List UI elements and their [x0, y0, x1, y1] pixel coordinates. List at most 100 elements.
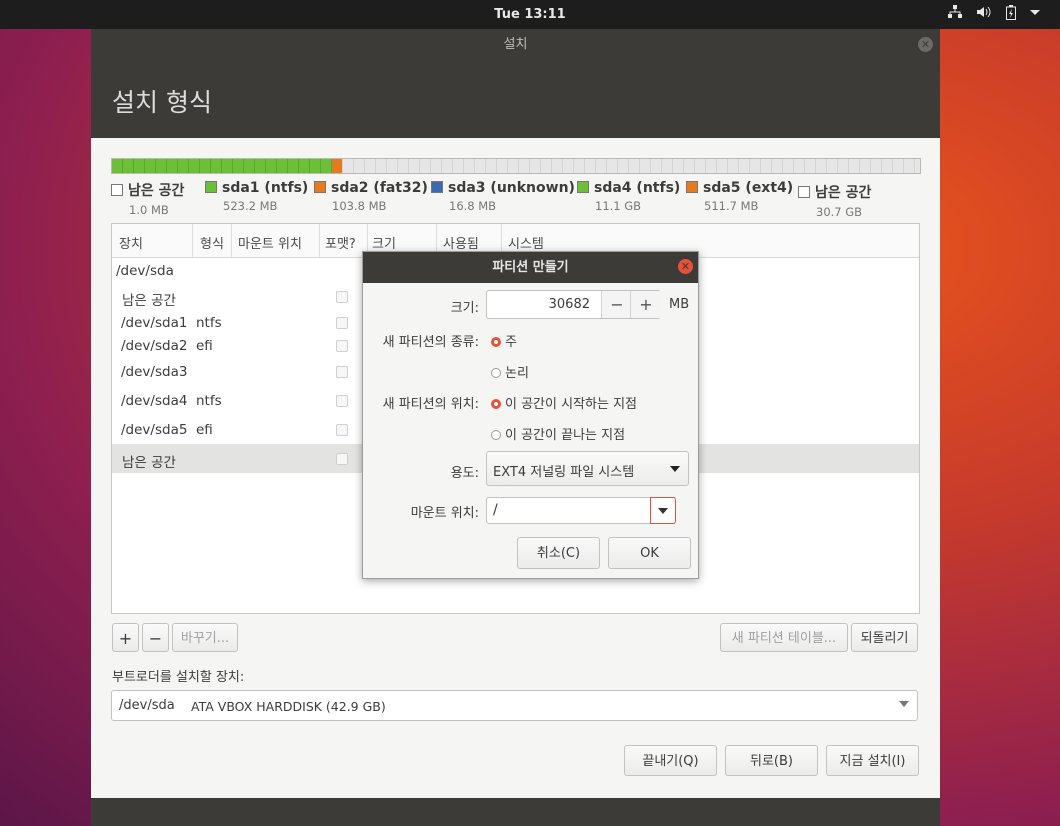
legend-name: sda3 (unknown) [448, 180, 575, 196]
partition-bar-ntfs [112, 159, 332, 173]
dialog-title: 파티션 만들기 [363, 252, 698, 283]
partition-bar-efi [332, 159, 342, 173]
radio-label: 이 공간이 끝나는 지점 [505, 428, 626, 443]
format-checkbox[interactable] [336, 317, 348, 329]
legend-swatch [798, 186, 810, 198]
row-device: 남은 공간 [122, 455, 176, 471]
row-type: efi [196, 338, 213, 354]
format-checkbox[interactable] [336, 424, 348, 436]
chevron-down-icon [670, 466, 680, 472]
network-icon[interactable] [948, 5, 962, 24]
column-header[interactable]: 포맷? [325, 233, 356, 252]
row-type: ntfs [196, 393, 222, 409]
radio-unselected-icon [491, 368, 501, 378]
partition-type-logical-radio[interactable]: 논리 [491, 362, 529, 381]
clock[interactable]: Tue 13:11 [0, 7, 1060, 22]
column-separator [231, 224, 232, 257]
row-device: /dev/sda [116, 263, 174, 279]
row-device: /dev/sda3 [121, 364, 188, 380]
create-partition-dialog: 파티션 만들기 ✕ 크기: 30682 − + MB 새 파티션의 종류: 주 … [362, 251, 699, 579]
format-checkbox[interactable] [336, 453, 348, 465]
size-stepper[interactable]: 30682 − + [486, 290, 661, 319]
use-as-select[interactable]: EXT4 저널링 파일 시스템 [486, 451, 689, 486]
window-bottom-strip [91, 798, 940, 826]
revert-button[interactable]: 되돌리기 [851, 623, 918, 652]
legend-size: 30.7 GB [816, 205, 863, 219]
size-unit: MB [669, 297, 690, 312]
column-header[interactable]: 마운트 위치 [238, 233, 302, 252]
bootloader-label: 부트로더를 설치할 장치: [112, 670, 245, 685]
legend-swatch [577, 181, 589, 193]
chevron-down-icon[interactable] [1030, 5, 1040, 24]
row-device: /dev/sda4 [121, 393, 188, 409]
row-device: /dev/sda2 [121, 338, 188, 354]
size-value[interactable]: 30682 [487, 297, 590, 312]
system-tray[interactable] [948, 5, 1040, 24]
format-checkbox[interactable] [336, 340, 348, 352]
quit-button[interactable]: 끝내기(Q) [624, 745, 717, 776]
close-icon[interactable]: ✕ [918, 37, 933, 52]
legend-name: 남은 공간 [815, 185, 872, 201]
row-device: /dev/sda5 [121, 422, 188, 438]
legend-swatch [686, 181, 698, 193]
cancel-button[interactable]: 취소(C) [517, 537, 600, 569]
column-header[interactable]: 사용됨 [443, 233, 479, 252]
install-now-button[interactable]: 지금 설치(I) [826, 745, 919, 776]
format-checkbox[interactable] [336, 395, 348, 407]
battery-icon[interactable] [1006, 5, 1016, 24]
change-partition-button[interactable]: 바꾸기... [172, 623, 238, 652]
bootloader-device: /dev/sda [119, 698, 175, 713]
column-header[interactable]: 크기 [372, 233, 396, 252]
row-device: 남은 공간 [122, 293, 176, 309]
new-partition-table-button[interactable]: 새 파티션 테이블... [720, 623, 848, 652]
mount-point-label: 마운트 위치: [410, 506, 479, 521]
column-separator [319, 224, 320, 257]
increment-button[interactable]: + [630, 291, 661, 318]
legend-name: sda2 (fat32) [331, 180, 428, 196]
legend-item: 남은 공간 30.7 GB [798, 182, 871, 219]
column-header[interactable]: 시스템 [508, 233, 544, 252]
partition-location-label: 새 파티션의 위치: [382, 397, 479, 412]
legend-swatch [431, 181, 443, 193]
mount-point-input[interactable]: / [486, 497, 675, 524]
location-start-radio[interactable]: 이 공간이 시작하는 지점 [491, 393, 637, 412]
legend-size: 523.2 MB [223, 199, 278, 213]
decrement-button[interactable]: − [601, 291, 632, 318]
partition-type-primary-radio[interactable]: 주 [491, 331, 517, 350]
legend-item: sda3 (unknown) 16.8 MB [431, 180, 575, 213]
legend-swatch [205, 181, 217, 193]
partition-legend: 남은 공간 1.0 MB sda1 (ntfs) 523.2 MB sda2 (… [111, 180, 931, 220]
remove-partition-button[interactable]: − [142, 623, 169, 652]
bootloader-device-select[interactable]: /dev/sda ATA VBOX HARDDISK (42.9 GB) [111, 690, 918, 721]
legend-item: sda4 (ntfs) 11.1 GB [577, 180, 680, 213]
radio-label: 논리 [505, 366, 529, 381]
column-header[interactable]: 형식 [200, 233, 224, 252]
legend-item: 남은 공간 1.0 MB [111, 180, 184, 217]
legend-size: 11.1 GB [595, 199, 642, 213]
radio-label: 이 공간이 시작하는 지점 [505, 397, 637, 412]
legend-swatch [111, 184, 123, 196]
chevron-down-icon [658, 508, 668, 514]
column-header[interactable]: 장치 [119, 233, 143, 252]
top-bar: Tue 13:11 [0, 0, 1060, 29]
format-checkbox[interactable] [336, 291, 348, 303]
row-device: /dev/sda1 [121, 315, 188, 331]
location-end-radio[interactable]: 이 공간이 끝나는 지점 [491, 424, 625, 443]
use-as-label: 용도: [450, 466, 479, 481]
legend-item: sda2 (fat32) 103.8 MB [314, 180, 428, 213]
ok-button[interactable]: OK [608, 537, 691, 569]
legend-item: sda1 (ntfs) 523.2 MB [205, 180, 308, 213]
window-title: 설치 [503, 37, 528, 52]
bootloader-description: ATA VBOX HARDDISK (42.9 GB) [191, 699, 386, 714]
legend-size: 16.8 MB [449, 199, 497, 213]
mount-point-dropdown-button[interactable] [650, 497, 676, 524]
close-icon[interactable]: ✕ [678, 259, 693, 274]
legend-name: sda4 (ntfs) [594, 180, 681, 196]
add-partition-button[interactable]: + [112, 623, 139, 652]
page-title: 설치 형식 [112, 88, 212, 117]
back-button[interactable]: 뒤로(B) [725, 745, 818, 776]
volume-icon[interactable] [976, 5, 992, 24]
legend-swatch [314, 181, 326, 193]
format-checkbox[interactable] [336, 366, 348, 378]
radio-selected-icon [491, 337, 501, 347]
